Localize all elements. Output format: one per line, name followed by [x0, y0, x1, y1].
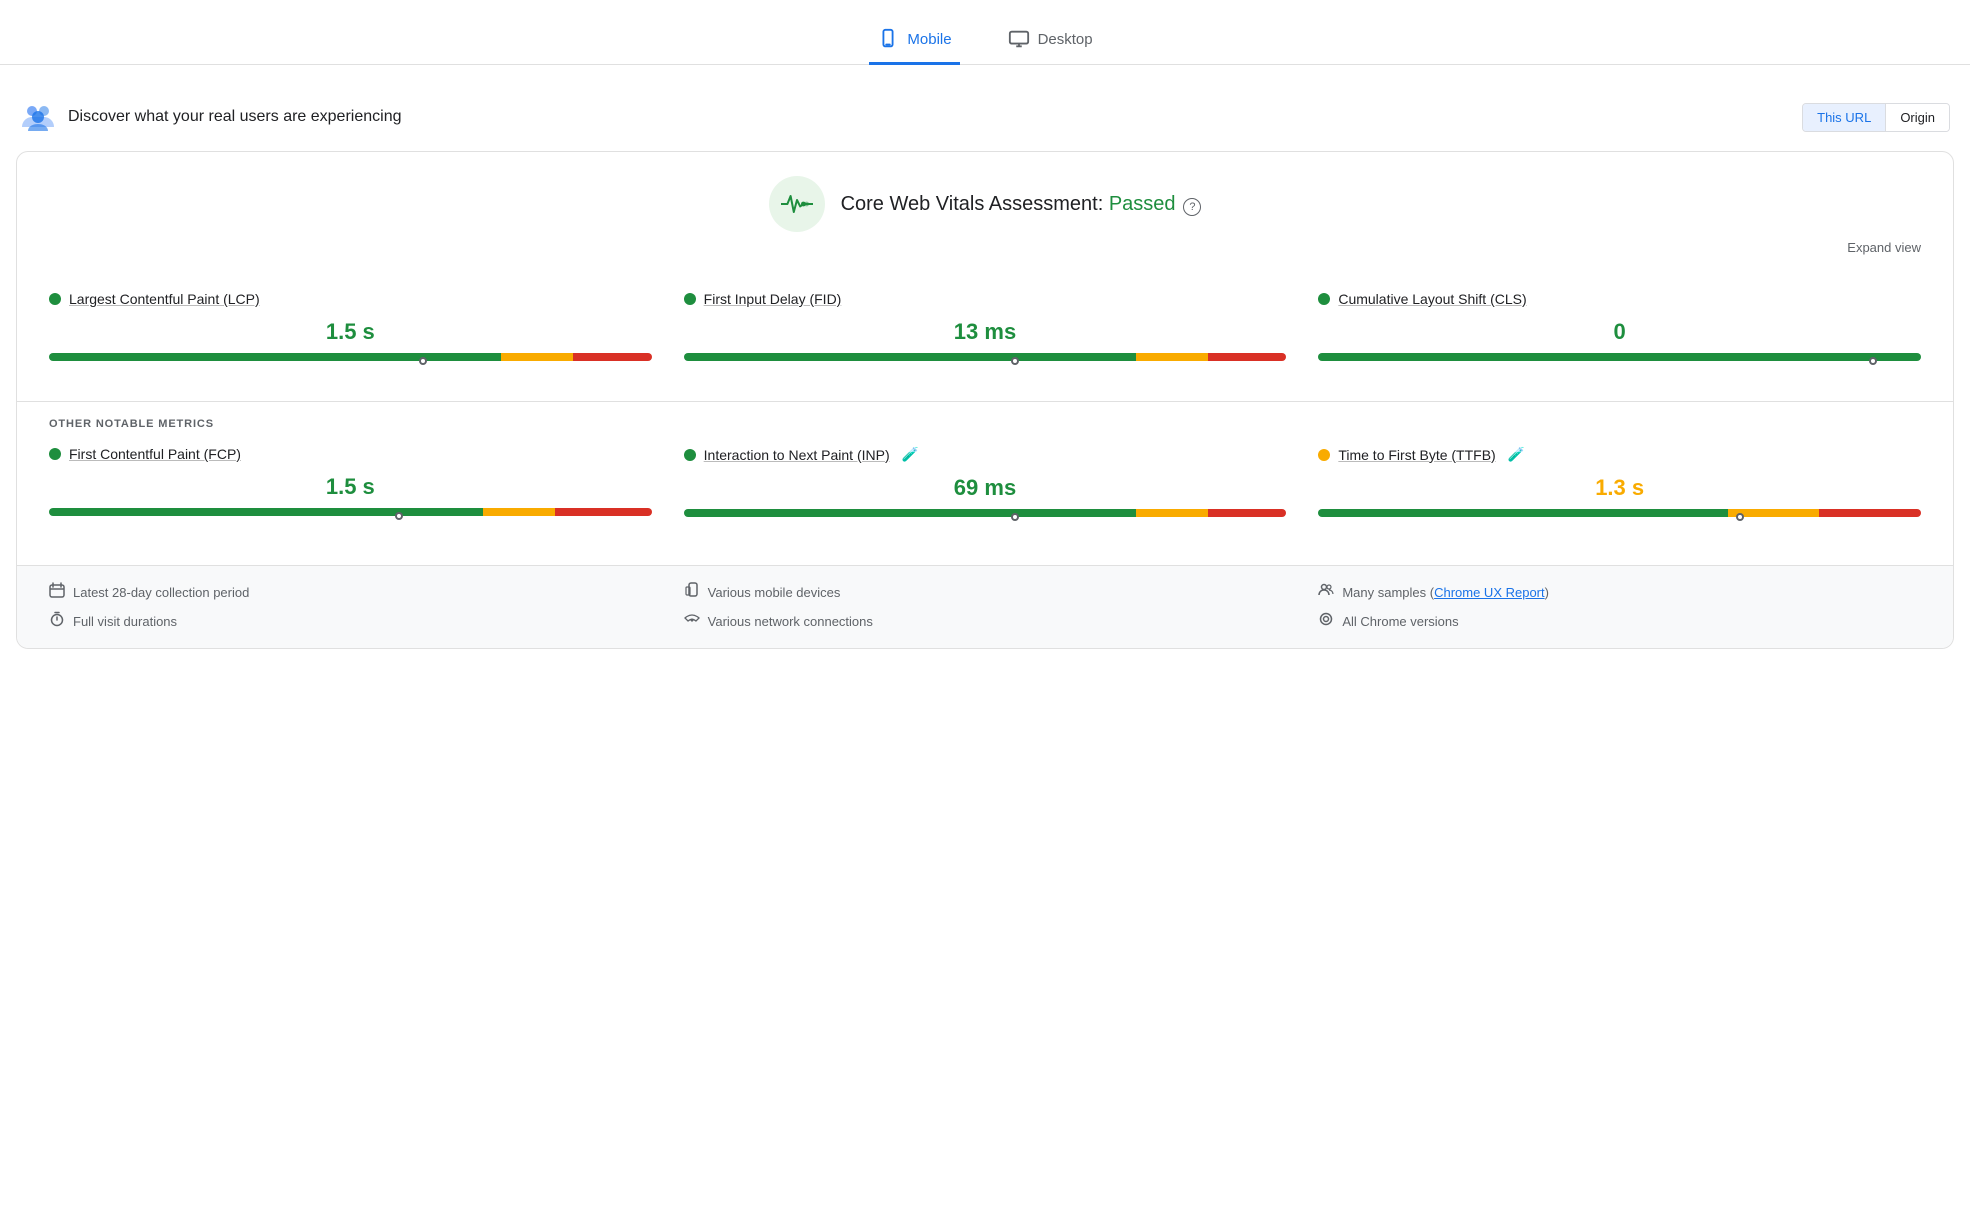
- lcp-bar: [49, 353, 652, 361]
- footer-item-chrome: All Chrome versions: [1318, 611, 1921, 632]
- header-left: Discover what your real users are experi…: [20, 99, 401, 135]
- origin-button[interactable]: Origin: [1886, 104, 1949, 131]
- tab-desktop[interactable]: Desktop: [1000, 16, 1101, 65]
- footer-visits-text: Full visit durations: [73, 614, 177, 629]
- metric-fid: First Input Delay (FID) 13 ms: [684, 279, 1287, 377]
- expand-view[interactable]: Expand view: [49, 240, 1921, 255]
- inp-marker: [1011, 513, 1019, 521]
- pulse-icon: [781, 192, 813, 216]
- inp-bar: [684, 509, 1287, 517]
- metric-fcp-label: First Contentful Paint (FCP): [49, 446, 652, 462]
- metric-fid-label: First Input Delay (FID): [684, 291, 1287, 307]
- footer-item-network: Various network connections: [684, 611, 1287, 632]
- footer-devices-text: Various mobile devices: [708, 585, 841, 600]
- cwv-status: Passed: [1109, 193, 1176, 215]
- fid-value: 13 ms: [684, 319, 1287, 345]
- mobile-devices-icon: [684, 582, 700, 603]
- fcp-value: 1.5 s: [49, 474, 652, 500]
- fcp-indicator: [49, 514, 652, 526]
- cwv-icon: [769, 176, 825, 232]
- chrome-ux-report-link[interactable]: Chrome UX Report: [1434, 585, 1545, 600]
- metric-lcp: Largest Contentful Paint (LCP) 1.5 s: [49, 279, 652, 377]
- footer-network-text: Various network connections: [708, 614, 873, 629]
- ttfb-link[interactable]: Time to First Byte (TTFB): [1338, 447, 1495, 463]
- metric-fcp: First Contentful Paint (FCP) 1.5 s: [49, 434, 652, 533]
- fcp-marker: [395, 512, 403, 520]
- lcp-dot: [49, 293, 61, 305]
- footer-item-samples: Many samples (Chrome UX Report): [1318, 582, 1921, 603]
- ttfb-marker: [1736, 513, 1744, 521]
- lcp-link[interactable]: Largest Contentful Paint (LCP): [69, 291, 260, 307]
- ttfb-value: 1.3 s: [1318, 475, 1921, 501]
- fid-marker: [1011, 357, 1019, 365]
- help-icon[interactable]: ?: [1183, 198, 1201, 216]
- lcp-marker: [419, 357, 427, 365]
- other-metrics-grid: First Contentful Paint (FCP) 1.5 s Inter…: [49, 434, 1921, 557]
- fcp-dot: [49, 448, 61, 460]
- tab-mobile-label: Mobile: [907, 31, 951, 48]
- fid-bar: [684, 353, 1287, 361]
- inp-value: 69 ms: [684, 475, 1287, 501]
- calendar-icon: [49, 582, 65, 603]
- fid-dot: [684, 293, 696, 305]
- chrome-icon: [1318, 611, 1334, 632]
- inp-dot: [684, 449, 696, 461]
- footer-chrome-text: All Chrome versions: [1342, 614, 1458, 629]
- other-metrics-label: OTHER NOTABLE METRICS: [49, 402, 1921, 434]
- fcp-link[interactable]: First Contentful Paint (FCP): [69, 446, 241, 462]
- metric-ttfb-label: Time to First Byte (TTFB) 🧪: [1318, 446, 1921, 463]
- timer-icon: [49, 611, 65, 632]
- tab-desktop-label: Desktop: [1038, 31, 1093, 48]
- lcp-value: 1.5 s: [49, 319, 652, 345]
- footer-item-visits: Full visit durations: [49, 611, 652, 632]
- ttfb-bar: [1318, 509, 1921, 517]
- url-button[interactable]: This URL: [1803, 104, 1886, 131]
- cls-bar: [1318, 353, 1921, 361]
- metric-inp-label: Interaction to Next Paint (INP) 🧪: [684, 446, 1287, 463]
- footer-item-period: Latest 28-day collection period: [49, 582, 652, 603]
- cls-indicator: [1318, 359, 1921, 371]
- inp-indicator: [684, 515, 1287, 527]
- footer-period-text: Latest 28-day collection period: [73, 585, 249, 600]
- cwv-header: Core Web Vitals Assessment: Passed ?: [49, 176, 1921, 232]
- cwv-title: Core Web Vitals Assessment: Passed ?: [841, 193, 1202, 216]
- ttfb-lab-icon: 🧪: [1508, 446, 1525, 463]
- ttfb-indicator: [1318, 515, 1921, 527]
- fid-indicator: [684, 359, 1287, 371]
- desktop-icon: [1008, 28, 1030, 50]
- metric-inp: Interaction to Next Paint (INP) 🧪 69 ms: [684, 434, 1287, 533]
- footer-samples-text: Many samples (Chrome UX Report): [1342, 585, 1549, 600]
- users-icon: [20, 99, 56, 135]
- mobile-icon: [877, 28, 899, 50]
- cls-value: 0: [1318, 319, 1921, 345]
- metric-ttfb: Time to First Byte (TTFB) 🧪 1.3 s: [1318, 434, 1921, 533]
- tab-mobile[interactable]: Mobile: [869, 16, 959, 65]
- metric-cls-label: Cumulative Layout Shift (CLS): [1318, 291, 1921, 307]
- header-section: Discover what your real users are experi…: [0, 89, 1970, 151]
- cls-dot: [1318, 293, 1330, 305]
- cls-marker: [1869, 357, 1877, 365]
- url-toggle: This URL Origin: [1802, 103, 1950, 132]
- cls-link[interactable]: Cumulative Layout Shift (CLS): [1338, 291, 1526, 307]
- main-card: Core Web Vitals Assessment: Passed ? Exp…: [16, 151, 1954, 649]
- footer-info: Latest 28-day collection period Various …: [17, 565, 1953, 648]
- core-metrics-grid: Largest Contentful Paint (LCP) 1.5 s Fir…: [49, 279, 1921, 401]
- people-icon: [1318, 582, 1334, 603]
- metric-lcp-label: Largest Contentful Paint (LCP): [49, 291, 652, 307]
- network-icon: [684, 611, 700, 632]
- cwv-title-prefix: Core Web Vitals Assessment:: [841, 193, 1109, 215]
- fid-link[interactable]: First Input Delay (FID): [704, 291, 842, 307]
- inp-link[interactable]: Interaction to Next Paint (INP): [704, 447, 890, 463]
- lcp-indicator: [49, 359, 652, 371]
- inp-lab-icon: 🧪: [902, 446, 919, 463]
- footer-item-devices: Various mobile devices: [684, 582, 1287, 603]
- metric-cls: Cumulative Layout Shift (CLS) 0: [1318, 279, 1921, 377]
- header-title: Discover what your real users are experi…: [68, 108, 401, 126]
- ttfb-dot: [1318, 449, 1330, 461]
- tab-bar: Mobile Desktop: [0, 0, 1970, 65]
- fcp-bar: [49, 508, 652, 516]
